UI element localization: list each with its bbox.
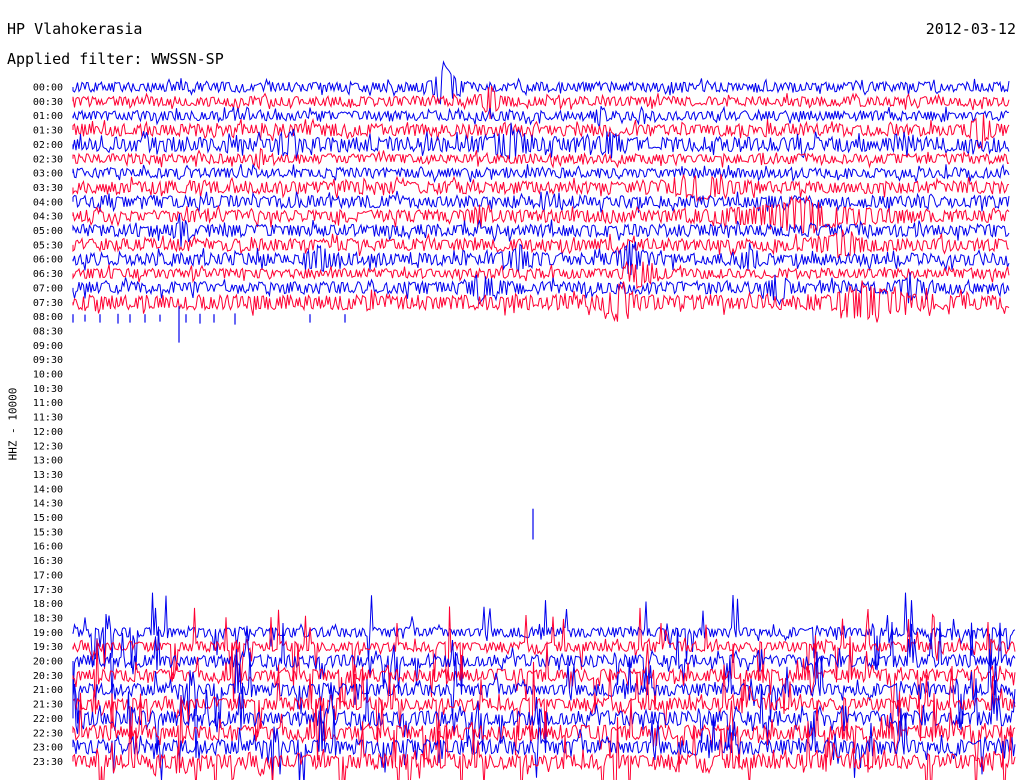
row-time-label: 17:00 — [33, 570, 63, 581]
row-time-label: 08:00 — [33, 312, 63, 323]
row-time-label: 18:30 — [33, 613, 63, 624]
row-time-label: 16:30 — [33, 556, 63, 567]
row-time-label: 21:00 — [33, 685, 63, 696]
row-time-label: 15:30 — [33, 527, 63, 538]
row-time-label: 02:00 — [33, 140, 63, 151]
row-time-label: 08:30 — [33, 326, 63, 337]
row-time-label: 15:00 — [33, 513, 63, 524]
row-time-label: 05:30 — [33, 240, 63, 251]
row-time-label: 07:00 — [33, 283, 63, 294]
row-time-label: 04:30 — [33, 212, 63, 223]
row-time-label: 04:00 — [33, 197, 63, 208]
row-time-label: 16:00 — [33, 542, 63, 553]
trace-line — [72, 163, 1010, 184]
row-time-label: 02:30 — [33, 154, 63, 165]
row-time-label: 23:00 — [33, 743, 63, 754]
trace-line — [72, 190, 1010, 213]
row-time-label: 00:30 — [33, 97, 63, 108]
row-time-label: 23:30 — [33, 757, 63, 768]
row-time-label: 09:30 — [33, 355, 63, 366]
row-time-label: 21:30 — [33, 700, 63, 711]
row-time-label: 22:00 — [33, 714, 63, 725]
row-time-label: 07:30 — [33, 298, 63, 309]
row-time-label: 12:00 — [33, 427, 63, 438]
row-time-label: 13:00 — [33, 456, 63, 467]
helicorder-plot: 00:00 00:30 01:00 01:30 02:00 02:30 03:00 03:30… — [33, 60, 1016, 780]
row-time-label: 11:00 — [33, 398, 63, 409]
trace-line — [72, 105, 1010, 128]
row-time-label: 03:30 — [33, 183, 63, 194]
trace-line — [72, 147, 1010, 171]
row-time-label: 03:00 — [33, 169, 63, 180]
row-time-label: 20:30 — [33, 671, 63, 682]
row-time-label: 12:30 — [33, 441, 63, 452]
row-time-label: 01:30 — [33, 126, 63, 137]
row-time-label: 10:30 — [33, 384, 63, 395]
row-time-label: 13:30 — [33, 470, 63, 481]
row-time-label: 20:00 — [33, 657, 63, 668]
row-time-label: 14:00 — [33, 484, 63, 495]
row-time-label: 09:00 — [33, 341, 63, 352]
row-time-label: 10:00 — [33, 370, 63, 381]
row-time-label: 01:00 — [33, 111, 63, 122]
row-time-label: 18:00 — [33, 599, 63, 610]
row-time-label: 17:30 — [33, 585, 63, 596]
row-time-label: 19:00 — [33, 628, 63, 639]
row-time-label: 06:00 — [33, 255, 63, 266]
row-time-label: 22:30 — [33, 728, 63, 739]
row-time-label: 19:30 — [33, 642, 63, 653]
row-time-label: 05:00 — [33, 226, 63, 237]
row-time-label: 14:30 — [33, 499, 63, 510]
row-time-label: 00:00 — [33, 83, 63, 94]
row-time-label: 06:30 — [33, 269, 63, 280]
row-time-label: 11:30 — [33, 413, 63, 424]
